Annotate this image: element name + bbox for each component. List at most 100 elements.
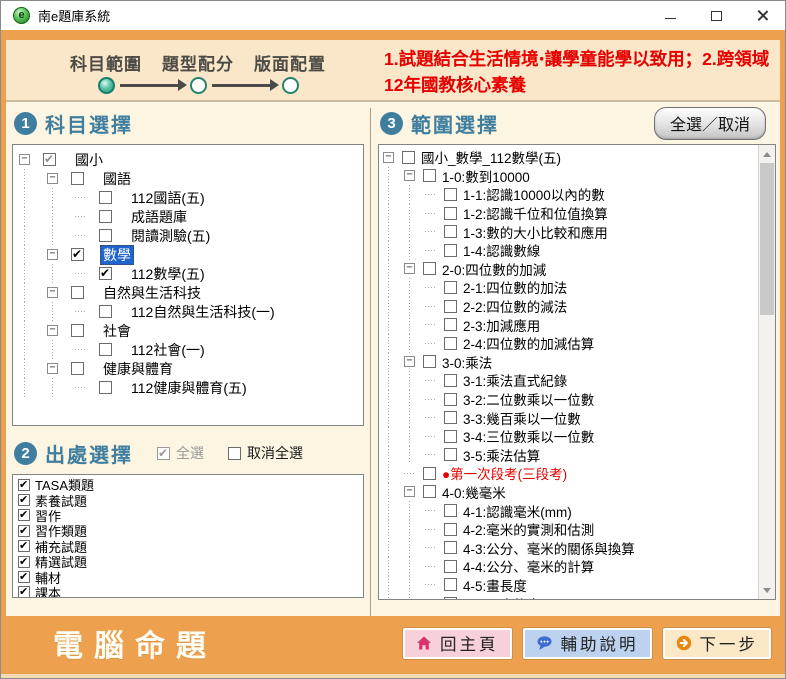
expand-collapse-toggle[interactable]: − <box>47 249 58 260</box>
tree-checkbox[interactable] <box>444 374 457 387</box>
tree-node[interactable]: 112社會(一) <box>19 340 363 359</box>
step-circle-icon[interactable] <box>282 77 299 94</box>
tree-node[interactable]: 4-5:畫長度 <box>383 576 758 595</box>
tree-checkbox[interactable] <box>99 305 112 318</box>
tree-node[interactable]: 1-2:認識千位和位值換算 <box>383 204 758 223</box>
tree-checkbox[interactable] <box>71 362 84 375</box>
expand-collapse-toggle[interactable]: − <box>404 263 415 274</box>
tree-node[interactable]: 112健康與體育(五) <box>19 378 363 397</box>
tree-checkbox[interactable] <box>43 153 56 166</box>
tree-node-label[interactable]: 2-4:四位數的加減估算 <box>460 333 597 353</box>
select-all-checkbox[interactable]: 全選 <box>157 443 204 463</box>
tree-node-label[interactable]: 1-0:數到10000 <box>439 166 533 186</box>
select-all-toggle-button[interactable]: 全選／取消 <box>654 107 766 140</box>
tree-checkbox[interactable] <box>423 169 436 182</box>
tree-node-label[interactable]: 112社會(一) <box>128 340 208 360</box>
tree-checkbox[interactable] <box>444 244 457 257</box>
next-button[interactable]: 下一步 <box>663 628 772 659</box>
tree-node[interactable]: 4-6:長度的應用 <box>383 594 758 599</box>
source-checkbox[interactable] <box>18 479 30 491</box>
tree-checkbox[interactable] <box>444 337 457 350</box>
tree-node-label[interactable]: 1-1:認識10000以內的數 <box>460 184 608 204</box>
tree-checkbox[interactable] <box>71 248 84 261</box>
source-item[interactable]: 精選試題 <box>16 554 363 569</box>
tree-checkbox[interactable] <box>423 467 436 480</box>
tree-checkbox[interactable] <box>444 207 457 220</box>
tree-node-label[interactable]: 4-3:公分、毫米的關係與換算 <box>460 538 638 558</box>
tree-node[interactable]: 3-1:乘法直式紀錄 <box>383 371 758 390</box>
tree-node-label[interactable]: 4-0:幾毫米 <box>439 482 509 502</box>
home-button[interactable]: 回主頁 <box>403 628 512 659</box>
tree-node[interactable]: −2-0:四位數的加減 <box>383 260 758 279</box>
expand-collapse-toggle[interactable]: − <box>404 356 415 367</box>
tree-node[interactable]: − 健康與體育 <box>19 359 363 378</box>
tree-node-label[interactable]: 健康與體育 <box>100 359 176 379</box>
tree-checkbox[interactable] <box>99 210 112 223</box>
tree-node[interactable]: 3-2:二位數乘以一位數 <box>383 390 758 409</box>
minimize-button[interactable] <box>647 1 693 30</box>
source-checkbox[interactable] <box>18 556 30 568</box>
tree-node-label[interactable]: 4-4:公分、毫米的計算 <box>460 556 597 576</box>
scroll-down-button[interactable] <box>759 582 775 598</box>
tree-node-label[interactable]: 2-3:加減應用 <box>460 315 543 335</box>
tree-node-label[interactable]: 國語 <box>100 169 134 189</box>
tree-checkbox[interactable] <box>444 560 457 573</box>
source-checkbox[interactable] <box>18 525 30 537</box>
tree-node[interactable]: −3-0:乘法 <box>383 353 758 372</box>
tree-node-label[interactable]: 3-4:三位數乘以一位數 <box>460 426 597 446</box>
tree-node-label[interactable]: 112數學(五) <box>128 264 208 284</box>
tree-node-label[interactable]: 社會 <box>100 321 134 341</box>
tree-node-label[interactable]: 2-2:四位數的減法 <box>460 296 570 316</box>
tree-node-label[interactable]: 3-3:幾百乘以一位數 <box>460 408 584 428</box>
tree-node[interactable]: 112自然與生活科技(一) <box>19 302 363 321</box>
source-item[interactable]: 素養試題 <box>16 492 363 507</box>
tree-node[interactable]: 1-1:認識10000以內的數 <box>383 185 758 204</box>
tree-node[interactable]: − 國語 <box>19 169 363 188</box>
scrollbar-thumb[interactable] <box>760 163 774 315</box>
select-all-checkbox-box[interactable] <box>157 447 170 460</box>
tree-checkbox[interactable] <box>444 281 457 294</box>
tree-node[interactable]: 成語題庫 <box>19 207 363 226</box>
tree-node[interactable]: −自然與生活科技 <box>19 283 363 302</box>
expand-collapse-toggle[interactable]: − <box>47 173 58 184</box>
tree-node[interactable]: − 國小_數學_112數學(五) <box>383 148 758 167</box>
tree-checkbox[interactable] <box>444 504 457 517</box>
tree-checkbox[interactable] <box>444 597 457 599</box>
expand-collapse-toggle[interactable]: − <box>47 363 58 374</box>
source-checkbox[interactable] <box>18 571 30 583</box>
tree-checkbox[interactable] <box>444 448 457 461</box>
source-checkbox[interactable] <box>18 494 30 506</box>
source-checkbox[interactable] <box>18 540 30 552</box>
tree-checkbox[interactable] <box>444 318 457 331</box>
tree-checkbox[interactable] <box>71 172 84 185</box>
tree-checkbox[interactable] <box>444 523 457 536</box>
step-circle-icon[interactable] <box>98 77 115 94</box>
tree-node-label[interactable]: 閱讀測驗(五) <box>128 226 213 246</box>
tree-checkbox[interactable] <box>444 578 457 591</box>
tree-node[interactable]: − 1-0:數到10000 <box>383 167 758 186</box>
maximize-button[interactable] <box>693 1 739 30</box>
tree-node-label[interactable]: ●第一次段考(三段考) <box>439 463 570 483</box>
tree-node[interactable]: 4-4:公分、毫米的計算 <box>383 557 758 576</box>
tree-node-label[interactable]: 4-2:毫米的實測和估測 <box>460 519 597 539</box>
tree-node-label[interactable]: 成語題庫 <box>128 207 190 227</box>
tree-node-label[interactable]: 2-1:四位數的加法 <box>460 277 570 297</box>
tree-node-label[interactable]: 國小 <box>72 150 106 170</box>
tree-node-label[interactable]: 國小_數學_112數學(五) <box>418 147 564 167</box>
tree-node-label[interactable]: 1-2:認識千位和位值換算 <box>460 203 611 223</box>
expand-collapse-toggle[interactable]: − <box>383 152 394 163</box>
expand-collapse-toggle[interactable]: − <box>404 170 415 181</box>
tree-node[interactable]: ●第一次段考(三段考) <box>383 464 758 483</box>
tree-checkbox[interactable] <box>99 343 112 356</box>
tree-checkbox[interactable] <box>99 267 112 280</box>
source-item[interactable]: 輔材 <box>16 569 363 584</box>
tree-checkbox[interactable] <box>444 393 457 406</box>
source-checkbox[interactable] <box>18 586 30 598</box>
tree-checkbox[interactable] <box>423 355 436 368</box>
tree-node-label[interactable]: 1-3:數的大小比較和應用 <box>460 222 611 242</box>
tree-node[interactable]: 4-3:公分、毫米的關係與換算 <box>383 538 758 557</box>
step-circle-icon[interactable] <box>190 77 207 94</box>
tree-node-label[interactable]: 自然與生活科技 <box>100 283 204 303</box>
tree-node[interactable]: −數學 <box>19 245 363 264</box>
tree-node[interactable]: 4-1:認識毫米(mm) <box>383 501 758 520</box>
